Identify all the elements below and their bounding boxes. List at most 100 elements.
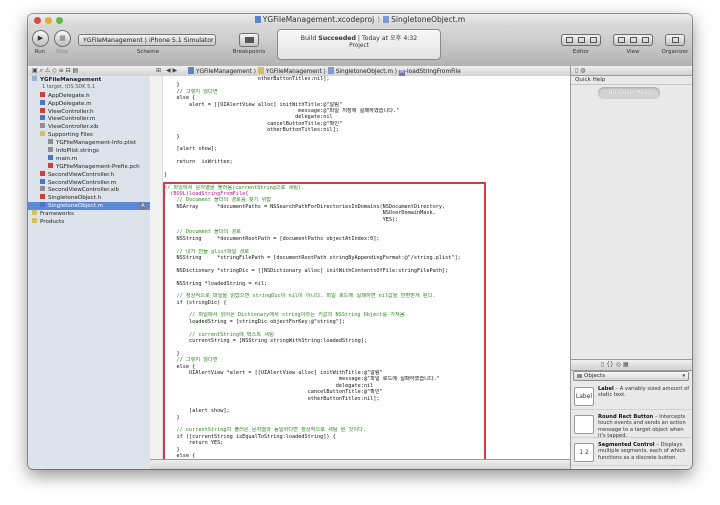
build-status-result: Succeeded <box>318 35 356 42</box>
navigator-item[interactable]: YGFileManagement-Prefix.pch <box>28 162 150 171</box>
library-object-selector[interactable]: Objects ▾ <box>573 371 689 381</box>
view-label: View <box>626 49 640 55</box>
navigator-item[interactable]: ViewController.m <box>28 115 150 123</box>
library-item-text: Segmented Control – Displays multiple se… <box>598 442 690 461</box>
breakpoints-label: Breakpoints <box>232 49 266 55</box>
navigator-item[interactable]: SecondViewController.xib <box>28 186 150 194</box>
navigator-item-label: main.m <box>56 155 78 162</box>
activity-project: Project <box>278 43 440 49</box>
scheme-selector[interactable]: YGFileManagement ⟩ iPhone 5.1 Simulator <box>78 34 216 46</box>
library-item[interactable]: 1 2 Segmented Control – Displays multiple… <box>571 440 692 466</box>
build-status: Build Succeeded | Today at 오후 4:32 <box>278 33 440 42</box>
navigator-item[interactable]: ViewController.h <box>28 107 150 116</box>
quick-help-icon[interactable]: ◍ <box>580 67 585 74</box>
build-time: Today at 오후 4:32 <box>361 35 418 42</box>
jump-crumb-project[interactable]: YGFileManagement <box>196 69 252 75</box>
quick-help-title: Quick Help <box>571 76 692 85</box>
navigator-item[interactable]: SecondViewController.h <box>28 170 150 179</box>
navigator-item[interactable]: InfoPlist.strings <box>28 147 150 155</box>
navigator-item-label: AppDelegate.m <box>48 100 92 107</box>
navigator-item-label: ViewController.m <box>48 116 96 123</box>
run-button[interactable]: ▶ <box>32 30 49 47</box>
scheme-label: Scheme <box>136 49 160 55</box>
navigator-item-label: SingletoneObject.m <box>48 203 104 210</box>
utilities-toggle-icon[interactable] <box>642 37 649 43</box>
editor-segmented-control[interactable] <box>561 34 601 46</box>
xcode-window: YGFileManagement.xcodeproj ⟩ SingletoneObj… <box>28 14 692 469</box>
source-editor[interactable]: otherButtonTitles:nil]; } // 그렇지 않다면 els… <box>150 76 570 469</box>
resource-file-icon <box>48 139 53 145</box>
navigator-tabs-icons[interactable]: ▣ ⌕ ⚠ ◇ ≡ ⊟ ▤ <box>32 67 78 75</box>
header-file-icon <box>48 162 53 168</box>
editor-gutter[interactable] <box>150 76 163 469</box>
library-tab-icons[interactable]: ▯ {} ◎ ▦ <box>601 361 629 368</box>
jump-project-icon <box>188 67 194 74</box>
jump-crumb-method[interactable]: -loadStringFromFile <box>405 69 461 75</box>
navigator-item-label: ViewController.xib <box>48 124 99 131</box>
editor-label: Editor <box>572 49 590 55</box>
stop-icon: ■ <box>59 34 66 42</box>
toolbar: ▶ Run ■ Stop YGFileManagement ⟩ iPhone 5… <box>28 27 692 67</box>
organizer-icon <box>672 37 679 43</box>
library-item-name: Label <box>598 386 614 392</box>
back-forward-icon[interactable]: ◀ ▶ <box>166 67 177 74</box>
navigator-toggle-icon[interactable] <box>618 37 625 43</box>
navigator-item[interactable]: YGFileManagement <box>28 76 150 84</box>
jump-bar[interactable]: YGFileManagement ⟩ YGFileManagement ⟩ Si… <box>188 67 461 76</box>
library-item-thumbnail <box>574 415 594 434</box>
version-editor-icon[interactable] <box>590 37 597 43</box>
debug-area-toggle-icon[interactable] <box>630 37 637 43</box>
library-item-thumbnail: 1 2 <box>574 443 594 462</box>
resource-file-icon <box>48 147 53 153</box>
stop-button[interactable]: ■ <box>54 30 71 47</box>
navigator-item[interactable]: Supporting Files <box>28 131 150 139</box>
window-title: YGFileManagement.xcodeproj ⟩ SingletoneObj… <box>28 15 692 24</box>
navigator-item[interactable]: Frameworks <box>28 210 150 218</box>
navigator-item[interactable]: SingletoneObject.h <box>28 194 150 202</box>
navigator-item-label: YGFileManagement-Prefix.pch <box>56 163 140 170</box>
header-file-icon <box>40 107 45 113</box>
navigator-item[interactable]: main.m <box>28 154 150 163</box>
header-file-icon <box>40 170 45 176</box>
organizer-button[interactable] <box>665 34 685 46</box>
project-navigator: YGFileManagement 1 target, iOS SDK 5.1 App… <box>28 76 151 469</box>
objects-icon <box>577 374 582 378</box>
resource-file-icon <box>40 186 45 192</box>
view-segmented-control[interactable] <box>613 34 653 46</box>
navigator-item-label: SingletoneObject.h <box>48 195 102 202</box>
navigator-item[interactable]: 1 target, iOS SDK 5.1 <box>28 84 150 92</box>
breakpoints-button[interactable] <box>239 33 259 47</box>
implementation-file-icon <box>40 99 45 105</box>
implementation-file-icon <box>48 154 53 160</box>
library-tabs[interactable]: ▯ {} ◎ ▦ <box>571 359 692 371</box>
navigator-item[interactable]: AppDelegate.h <box>28 91 150 100</box>
chevron-down-icon: ▾ <box>682 373 685 379</box>
navigator-item[interactable]: SingletoneObject.m A <box>28 202 150 211</box>
navigator-item-label: SecondViewController.xib <box>48 187 120 194</box>
header-file-icon <box>40 91 45 97</box>
navigator-item[interactable]: AppDelegate.m <box>28 99 150 108</box>
activity-project-label: Project <box>349 43 369 49</box>
navigator-item[interactable]: SecondViewController.m <box>28 178 150 187</box>
navigator-item-label: Frameworks <box>40 211 74 218</box>
project-file-icon <box>254 16 261 23</box>
build-status-prefix: Build <box>300 35 319 42</box>
library-item[interactable]: Label Label – A variably sized amount of … <box>571 384 692 410</box>
resource-file-icon <box>40 123 45 129</box>
implementation-file-icon <box>40 178 45 184</box>
related-files-icon[interactable]: ⊞ <box>156 67 161 74</box>
jump-crumb-group[interactable]: YGFileManagement <box>266 69 322 75</box>
navigator-item-label: Supporting Files <box>48 132 93 139</box>
assistant-editor-icon[interactable] <box>578 37 585 43</box>
implementation-file-icon <box>40 202 45 208</box>
navigator-item[interactable]: Products <box>28 218 150 226</box>
navigator-item-label: SecondViewController.m <box>48 179 117 186</box>
navigator-item[interactable]: YGFileManagement-Info.plist <box>28 139 150 147</box>
organizer-label: Organizer <box>661 49 689 55</box>
library-item[interactable]: Round Rect Button – Intercepts touch eve… <box>571 412 692 439</box>
navigator-item[interactable]: ViewController.xib <box>28 123 150 131</box>
standard-editor-icon[interactable] <box>566 37 573 43</box>
jump-crumb-file[interactable]: SingletoneObject.m <box>336 69 393 75</box>
inspector-tabs[interactable]: ▯ ◍ <box>571 66 692 76</box>
file-inspector-icon[interactable]: ▯ <box>575 67 578 74</box>
